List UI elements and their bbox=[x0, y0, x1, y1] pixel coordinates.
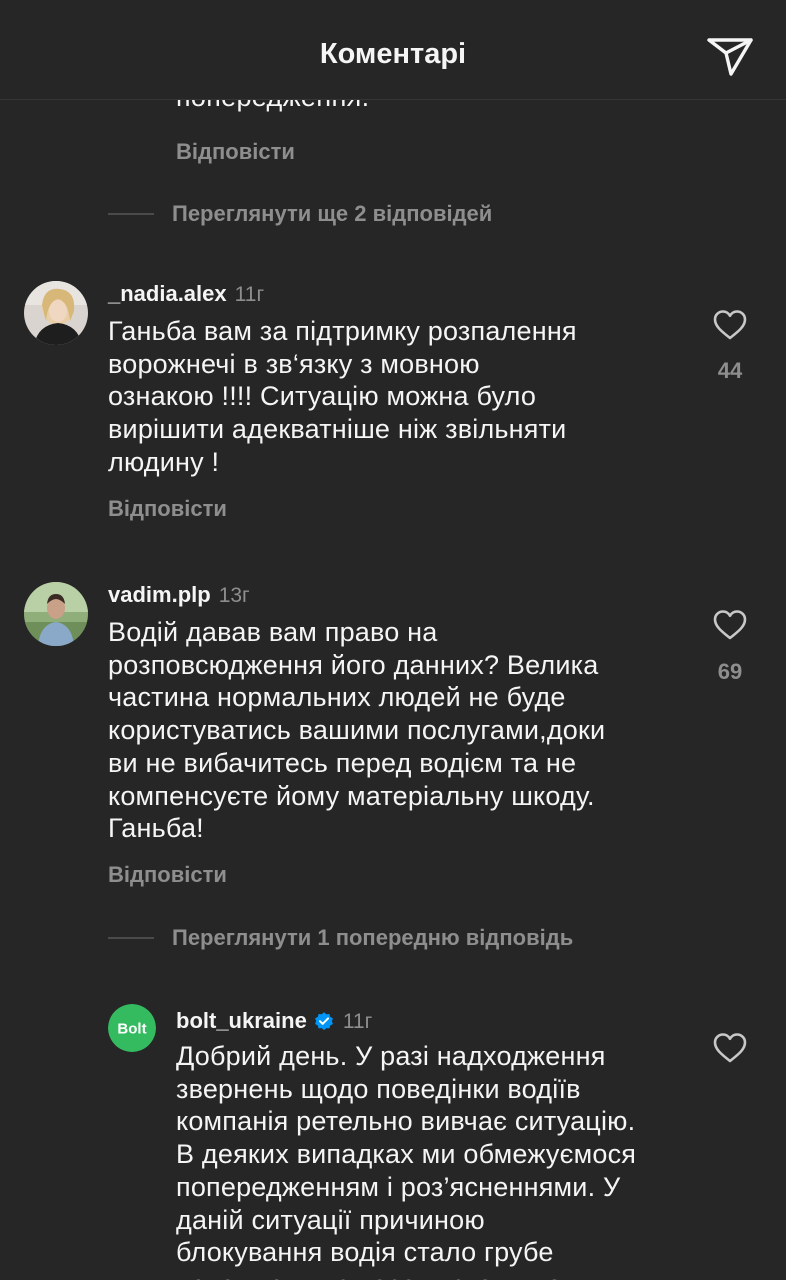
top-bar: Коментарі bbox=[0, 0, 786, 100]
comment-time: 11г bbox=[234, 283, 265, 306]
heart-icon[interactable] bbox=[713, 1032, 747, 1064]
comment-text: Ганьба вам за підтримку розпалення ворож… bbox=[108, 316, 577, 477]
view-more-replies-button[interactable]: Переглянути 1 попередню відповідь bbox=[108, 925, 573, 951]
comment-header: bolt_ukraine 11г bbox=[176, 1006, 372, 1034]
comment-time: 11г bbox=[342, 1010, 373, 1033]
like-count: 44 bbox=[717, 358, 743, 383]
like-count: 69 bbox=[717, 659, 743, 684]
comment-header: vadim.plp 13г bbox=[108, 582, 250, 608]
avatar[interactable] bbox=[24, 582, 88, 646]
divider-line bbox=[108, 937, 154, 939]
avatar[interactable]: Bolt bbox=[108, 1004, 156, 1052]
verified-badge-icon bbox=[314, 1012, 333, 1031]
username[interactable]: bolt_ukraine bbox=[176, 1008, 307, 1034]
avatar[interactable] bbox=[24, 281, 88, 345]
comment-text: Добрий день. У разі надходження звернень… bbox=[176, 1041, 637, 1280]
reply-button[interactable]: Відповісти bbox=[108, 862, 227, 888]
reply-button[interactable]: Відповісти bbox=[108, 496, 227, 522]
bolt-logo-text: Bolt bbox=[117, 1021, 146, 1038]
username[interactable]: vadim.plp bbox=[108, 582, 211, 608]
heart-icon[interactable] bbox=[713, 309, 747, 341]
comment-text: Водій давав вам право на розповсюдження … bbox=[108, 617, 606, 844]
view-more-replies-label: Переглянути ще 2 відповідей bbox=[172, 201, 493, 226]
send-icon[interactable] bbox=[706, 36, 754, 78]
reply-button[interactable]: Відповісти bbox=[176, 139, 295, 165]
comments-list[interactable]: попередження. Відповісти Переглянути ще … bbox=[0, 0, 786, 1280]
divider-line bbox=[108, 213, 154, 215]
username[interactable]: _nadia.alex bbox=[108, 281, 227, 307]
view-more-replies-label: Переглянути 1 попередню відповідь bbox=[172, 925, 574, 950]
view-more-replies-button[interactable]: Переглянути ще 2 відповідей bbox=[108, 201, 492, 227]
page-title: Коментарі bbox=[319, 38, 467, 70]
comment-time: 13г bbox=[218, 584, 250, 607]
comment-header: _nadia.alex 11г bbox=[108, 281, 264, 307]
heart-icon[interactable] bbox=[713, 609, 747, 641]
